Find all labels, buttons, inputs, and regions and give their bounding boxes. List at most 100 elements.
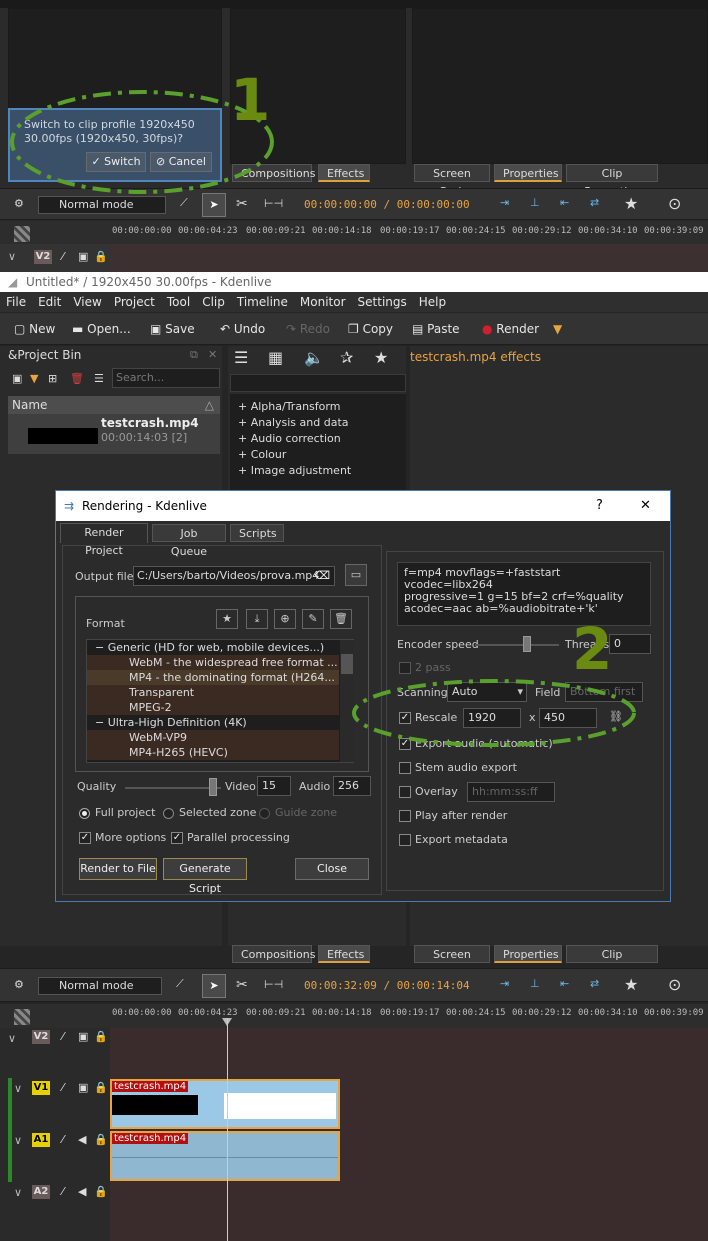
download-icon[interactable]: ⤓ [246,609,268,629]
insert-icon[interactable]: ⇥ [500,196,509,209]
generate-script-button[interactable]: Generate Script [163,858,247,895]
effect-wand-icon[interactable]: ⁄ [62,1185,64,1198]
star-icon[interactable]: ★ [624,194,638,213]
collapse-icon[interactable]: ∨ [14,1134,22,1147]
stem-audio-checkbox[interactable] [399,762,411,774]
quality-slider[interactable] [125,787,221,789]
browse-folder-icon[interactable]: ▭ [345,564,367,586]
encoder-speed-slider[interactable] [475,644,559,646]
film-icon[interactable]: ▣ [78,1030,88,1043]
tab-clip-properties[interactable]: Clip Properties [566,945,658,979]
tab-compositions[interactable]: Compositions [232,945,315,963]
menu-project[interactable]: Project [108,292,161,312]
mode-select[interactable]: Normal mode [38,977,162,995]
format-category[interactable]: − Ultra-High Definition (4K) [87,715,339,730]
favorite-icon[interactable]: ★ [374,348,388,367]
track-area-top[interactable] [110,244,708,272]
menu-edit[interactable]: Edit [32,292,67,312]
playhead-line[interactable] [227,1018,228,1241]
paste-button[interactable]: ▤ Paste [412,319,460,339]
menu-settings[interactable]: Settings [352,292,413,312]
format-item[interactable]: MP4 - the dominating format (H264... [87,670,339,685]
guide-zone-radio[interactable] [259,808,270,819]
close-button[interactable]: ✕ [640,491,651,521]
undo-button[interactable]: ↶ Undo [220,319,265,339]
effect-wand-icon[interactable]: ⁄ [62,1030,64,1043]
new-profile-icon[interactable]: ⊕ [274,609,296,629]
select-tool-icon[interactable]: ➤ [202,974,226,998]
custom-effects-icon[interactable]: ✰ [340,348,353,367]
delete-icon[interactable]: 🗑 [70,372,84,385]
format-item[interactable]: Transparent [87,685,339,700]
effect-wand-icon[interactable]: ⁄ [62,250,64,263]
render-play-icon[interactable]: ⊙ [668,975,681,994]
menu-view[interactable]: View [67,292,107,312]
add-folder-icon[interactable]: ⊞ [48,372,57,385]
timecode-top[interactable]: 00:00:00:00 / 00:00:00:00 [304,198,470,211]
clear-icon[interactable]: ⌫ [314,567,330,585]
extract-icon[interactable]: ⇤ [560,977,569,990]
effect-category[interactable]: + Colour [238,448,286,461]
speaker-icon[interactable]: ◀ [78,1133,86,1146]
spacer-icon[interactable]: ⊢⊣ [264,978,283,991]
tab-properties[interactable]: Properties [494,945,562,963]
audio-clip[interactable]: testcrash.mp4 [110,1131,340,1181]
export-metadata-checkbox[interactable] [399,834,411,846]
column-header-name[interactable]: Name △ [8,396,220,414]
star-icon[interactable]: ★ [624,975,638,994]
render-to-file-button[interactable]: Render to File [79,858,157,880]
video-effects-icon[interactable]: ▦ [268,348,283,367]
overwrite-icon[interactable]: ⊥ [530,196,540,209]
lock-icon[interactable]: 🔒 [94,1081,108,1094]
tab-effects-top[interactable]: Effects [318,164,370,182]
effect-category[interactable]: + Analysis and data [238,416,349,429]
threads-spin[interactable]: 0 [609,634,651,654]
format-category[interactable]: − Generic (HD for web, mobile devices...… [87,640,339,655]
render-params-box[interactable]: f=mp4 movflags=+faststart vcodec=libx264… [397,562,651,626]
overwrite-icon[interactable]: ⊥ [530,977,540,990]
tab-job-queue[interactable]: Job Queue [152,524,226,558]
film-icon[interactable]: ▣ [78,1081,88,1094]
close-icon[interactable]: ✕ [208,348,217,361]
list-icon[interactable]: ☰ [234,348,248,367]
extract-icon[interactable]: ⇤ [560,196,569,209]
effect-wand-icon[interactable]: ⁄ [62,1081,64,1094]
timecode[interactable]: 00:00:32:09 / 00:00:14:04 [304,979,470,992]
output-file-input[interactable]: C:/Users/barto/Videos/prova.mp4 ⌫ [133,566,335,586]
effect-category[interactable]: + Alpha/Transform [238,400,340,413]
more-options-checkbox[interactable]: ✓ [79,832,91,844]
close-dialog-button[interactable]: Close [295,858,369,880]
lock-icon[interactable]: 🔒 [94,1185,108,1198]
format-item[interactable]: MPEG-2 [87,700,339,715]
lift-icon[interactable]: ⇄ [590,196,599,209]
effect-category[interactable]: + Image adjustment [238,464,351,477]
effect-wand-icon[interactable]: ⁄ [62,1133,64,1146]
menu-timeline[interactable]: Timeline [231,292,294,312]
film-icon[interactable]: ▣ [78,250,88,263]
tab-properties-top[interactable]: Properties [494,164,562,182]
tab-effects[interactable]: Effects [318,945,370,963]
ruler-top[interactable]: 00:00:00:00 00:00:04:23 00:00:09:21 00:00:1… [0,222,708,244]
tab-clip-properties-top[interactable]: Clip Properties [566,164,658,198]
render-button[interactable]: ● Render ▼ [482,319,562,339]
favorite-format-icon[interactable]: ★ [216,609,238,629]
edit-icon[interactable]: ✎ [302,609,324,629]
bin-menu-icon[interactable]: ▣ [12,372,22,385]
cut-icon[interactable]: ✂ [236,977,248,993]
lock-icon[interactable]: 🔒 [94,1030,108,1043]
speaker-icon[interactable]: ◀ [78,1185,86,1198]
dropdown-arrow-icon[interactable]: ▼ [30,372,38,385]
format-item[interactable]: WebM - the widespread free format ... [87,655,339,670]
overlay-checkbox[interactable] [399,786,411,798]
razor-icon[interactable]: ⟋ [176,977,184,991]
audio-bitrate-spin[interactable]: 256 [333,776,371,796]
track-area-v2[interactable] [110,1028,708,1078]
save-button[interactable]: ▣ Save [150,319,195,339]
bin-clip-item[interactable]: testcrash.mp4 00:00:14:03 [2] [8,414,220,454]
copy-button[interactable]: ❐ Copy [348,319,393,339]
quality-handle[interactable] [209,778,217,796]
list-view-icon[interactable]: ☰ [94,372,104,385]
menu-tool[interactable]: Tool [161,292,196,312]
play-after-render-checkbox[interactable] [399,810,411,822]
video-clip[interactable]: testcrash.mp4 [110,1079,340,1129]
